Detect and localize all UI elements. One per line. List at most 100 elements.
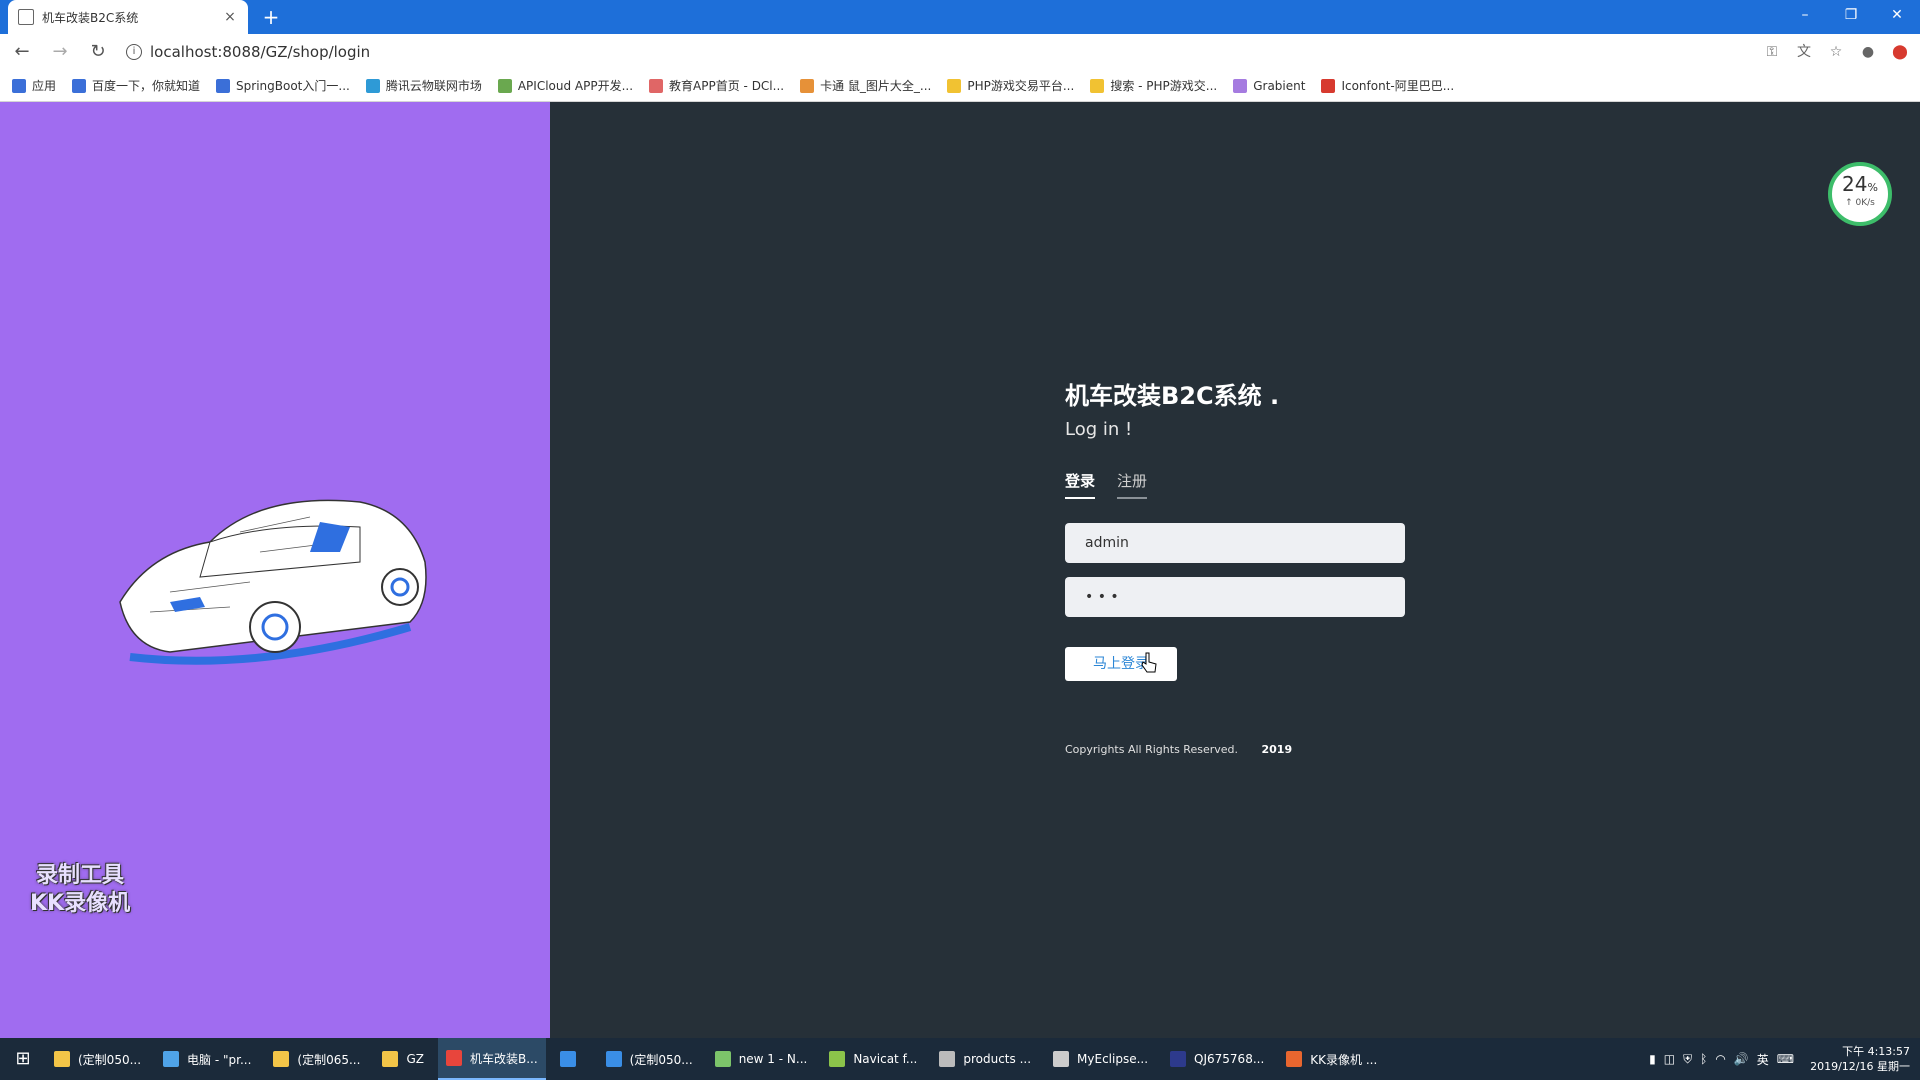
taskbar-app[interactable]: (定制050... (598, 1038, 701, 1080)
hand-cursor-icon (1141, 652, 1157, 673)
minimize-icon[interactable]: – (1782, 0, 1828, 34)
taskbar-app[interactable]: products ... (931, 1038, 1039, 1080)
taskbar-app[interactable]: KK录像机 ... (1278, 1038, 1385, 1080)
bookmark-item[interactable]: 百度一下，你就知道 (72, 77, 200, 94)
login-title: 机车改装B2C系统 . (1065, 382, 1280, 410)
wifi-icon[interactable]: ◠ (1715, 1052, 1725, 1066)
app-icon (273, 1051, 290, 1067)
bookmark-item[interactable]: 腾讯云物联网市场 (365, 77, 482, 94)
taskbar-app[interactable]: new 1 - N... (707, 1038, 816, 1080)
copyright-year: 2019 (1261, 743, 1293, 756)
profile-avatar-icon[interactable]: ● (1858, 42, 1878, 62)
system-tray: ▮ ◫ ⛨ ᛒ ◠ 🔊 英 ⌨ 下午 4:13:57 2019/12/16 星期… (1649, 1038, 1910, 1080)
page-favicon-icon (18, 9, 34, 25)
info-icon[interactable]: i (126, 44, 142, 60)
extension-icon[interactable]: ⬤ (1890, 42, 1910, 62)
bookmark-item[interactable]: APICloud APP开发... (497, 77, 634, 94)
app-icon (382, 1051, 399, 1067)
reload-icon[interactable]: ↻ (82, 36, 114, 68)
windows-taskbar: ⊞ (定制050... 电脑 - "pr... (定制065... GZ 机车改装B..… (0, 1038, 1920, 1080)
taskbar-app[interactable]: QJ675768... (1162, 1038, 1272, 1080)
close-window-icon[interactable]: ✕ (1874, 0, 1920, 34)
password-input[interactable]: • • • (1065, 577, 1405, 617)
tab-title: 机车改装B2C系统 (42, 10, 139, 25)
bookmark-label: APICloud APP开发... (517, 79, 634, 93)
ime-indicator[interactable]: 英 (1757, 1051, 1769, 1068)
forward-icon[interactable]: → (44, 36, 76, 68)
watermark-line1: 录制工具 (36, 863, 125, 888)
new-tab-button[interactable]: + (258, 4, 284, 30)
bookmark-item[interactable]: Iconfont-阿里巴巴... (1321, 77, 1454, 94)
taskbar-app[interactable]: (定制050... (46, 1038, 149, 1080)
taskbar-app[interactable]: MyEclipse... (1045, 1038, 1156, 1080)
copyright-footer: Copyrights All Rights Reserved. 2019 (1065, 743, 1405, 756)
network-speed-widget[interactable]: 24% ↑ 0K/s (1828, 162, 1892, 226)
key-icon[interactable]: ⚿ (1762, 42, 1782, 62)
address-bar[interactable]: i localhost:8088/GZ/shop/login (126, 43, 370, 61)
page-content: 录制工具 KK录像机 24% ↑ 0K/s (0, 102, 1920, 1038)
bookmark-label: SpringBoot入门一... (236, 79, 350, 93)
taskbar-app[interactable]: 机车改装B... (437, 1038, 546, 1080)
bookmark-favicon-icon (947, 78, 962, 93)
bookmark-favicon-icon (1233, 78, 1248, 93)
app-icon (605, 1051, 622, 1067)
tab-login[interactable]: 登录 (1065, 470, 1096, 499)
volume-icon[interactable]: 🔊 (1734, 1052, 1749, 1066)
network-icon[interactable]: ◫ (1664, 1052, 1675, 1066)
browser-titlebar: 机车改装B2C系统 × + – ❐ ✕ (0, 0, 1920, 34)
app-icon (559, 1051, 576, 1067)
taskbar-app[interactable]: GZ (374, 1038, 432, 1080)
bookmark-label: PHP游戏交易平台... (967, 79, 1075, 93)
clock[interactable]: 下午 4:13:57 2019/12/16 星期一 (1810, 1044, 1910, 1074)
tab-register[interactable]: 注册 (1117, 470, 1148, 499)
back-icon[interactable]: ← (6, 36, 38, 68)
login-submit-button[interactable]: 马上登录 (1065, 647, 1177, 681)
app-icon (1286, 1051, 1303, 1067)
bookmark-label: 百度一下，你就知道 (92, 79, 201, 93)
bookmark-item[interactable]: SpringBoot入门一... (216, 77, 350, 94)
windows-start-icon[interactable]: ⊞ (0, 1038, 46, 1080)
taskbar-app[interactable]: Navicat f... (821, 1038, 925, 1080)
bookmark-favicon-icon (1321, 78, 1336, 93)
watermark-line2: KK录像机 (30, 891, 131, 916)
shield-icon[interactable]: ⛨ (1683, 1052, 1692, 1067)
taskbar-app[interactable] (552, 1038, 592, 1080)
taskbar-app-label: GZ (406, 1052, 424, 1066)
bookmark-favicon-icon (1090, 78, 1105, 93)
bookmark-item[interactable]: PHP游戏交易平台... (947, 77, 1074, 94)
url-text[interactable]: localhost:8088/GZ/shop/login (150, 43, 370, 61)
taskbar-app-label: 电脑 - "pr... (187, 1052, 252, 1067)
car-illustration (119, 499, 427, 665)
restore-icon[interactable]: ❐ (1828, 0, 1874, 34)
bookmark-item[interactable]: 搜索 - PHP游戏交... (1090, 77, 1217, 94)
bookmark-favicon-icon (365, 78, 380, 93)
copyright-text: Copyrights All Rights Reserved. (1065, 743, 1238, 756)
username-input[interactable]: admin (1065, 523, 1405, 563)
keyboard-icon[interactable]: ⌨ (1777, 1052, 1794, 1066)
app-icon (714, 1051, 731, 1067)
bookmark-label: 卡通 鼠_图片大全_... (820, 79, 932, 93)
login-subtitle: Log in ! (1065, 419, 1133, 440)
app-icon (829, 1051, 846, 1067)
recorder-watermark: 录制工具 KK录像机 (30, 862, 130, 918)
taskbar-app[interactable]: 电脑 - "pr... (155, 1038, 259, 1080)
close-tab-icon[interactable]: × (222, 9, 238, 25)
battery-icon[interactable]: ▮ (1649, 1052, 1656, 1066)
login-form: 机车改装B2C系统 . Log in ! 登录 注册 admin • • • 马… (1065, 376, 1405, 756)
clock-date: 2019/12/16 星期一 (1810, 1060, 1910, 1073)
translate-icon[interactable]: 文 (1794, 42, 1814, 62)
bookmark-item[interactable]: 应用 (12, 77, 56, 94)
taskbar-app[interactable]: (定制065... (265, 1038, 368, 1080)
bluetooth-icon[interactable]: ᛒ (1700, 1052, 1707, 1066)
bookmark-item[interactable]: 教育APP首页 - DCl... (649, 77, 784, 94)
speed-percent: 24% (1832, 174, 1888, 198)
taskbar-app-label: MyEclipse... (1077, 1052, 1149, 1066)
browser-tab[interactable]: 机车改装B2C系统 × (8, 0, 248, 34)
bookmark-favicon-icon (216, 78, 231, 93)
bookmark-favicon-icon (12, 78, 26, 93)
bookmark-item[interactable]: 卡通 鼠_图片大全_... (800, 77, 931, 94)
speed-percent-unit: % (1867, 181, 1878, 194)
taskbar-app-label: 机车改装B... (469, 1051, 538, 1066)
bookmark-star-icon[interactable]: ☆ (1826, 42, 1846, 62)
bookmark-item[interactable]: Grabient (1233, 78, 1305, 93)
